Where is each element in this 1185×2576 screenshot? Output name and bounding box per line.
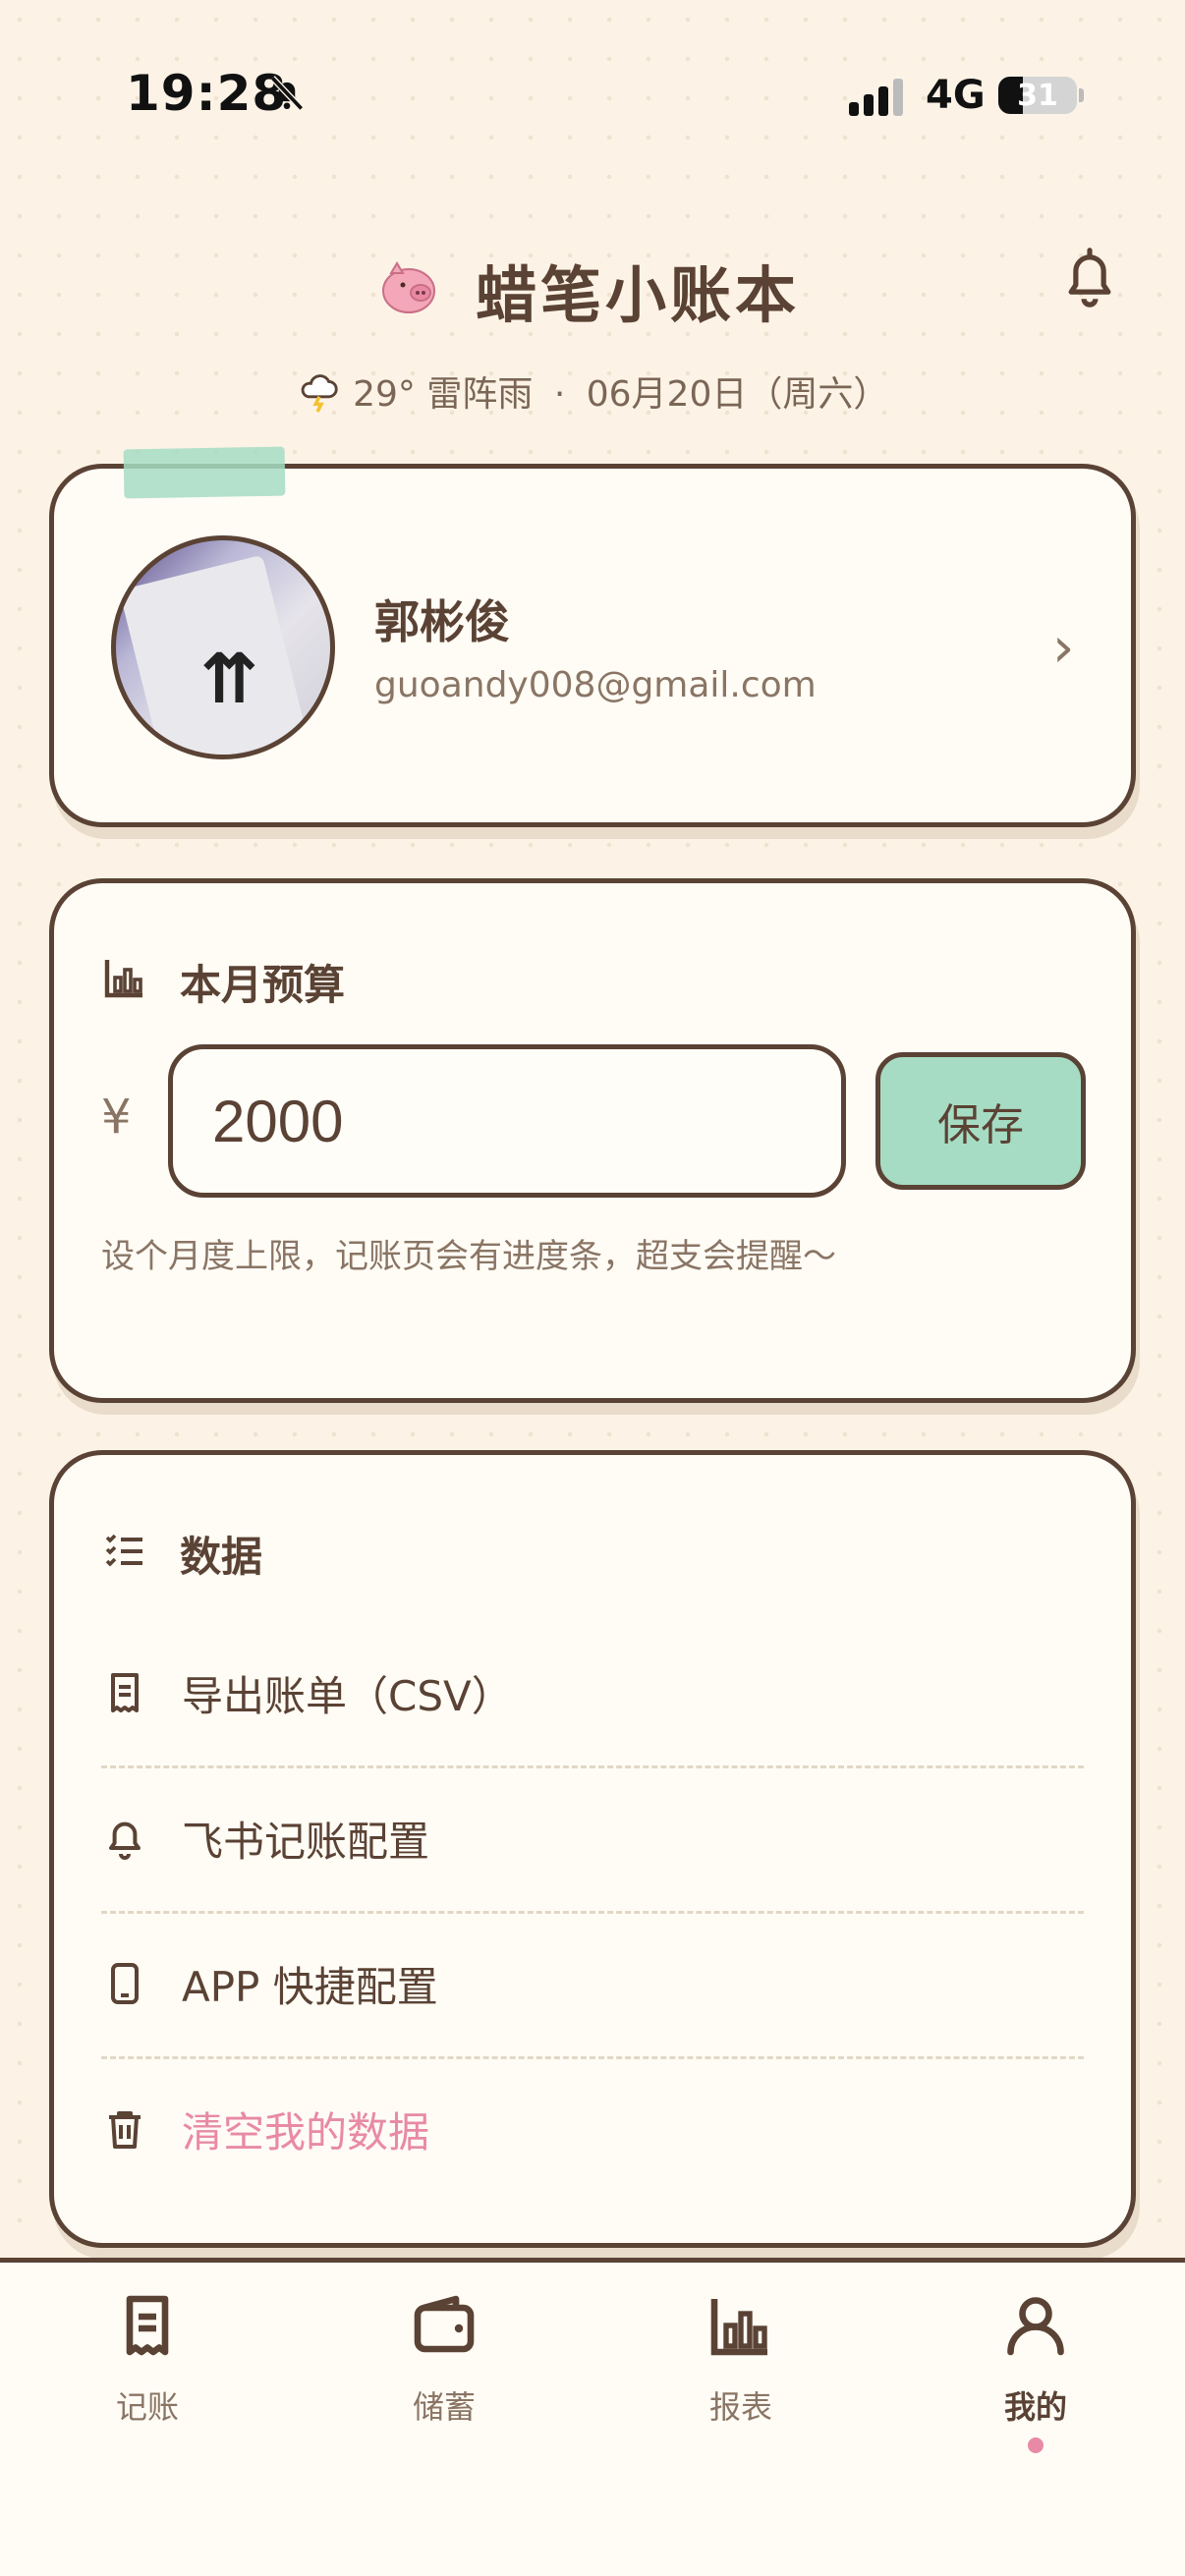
network-type: 4G (926, 73, 986, 118)
app-shortcut-item[interactable]: APP 快捷配置 (101, 1911, 1084, 2056)
phone-icon (111, 1963, 139, 2004)
battery-tip (1079, 88, 1084, 102)
bell-off-icon (269, 76, 305, 111)
save-button[interactable]: 保存 (875, 1052, 1086, 1190)
budget-hint: 设个月度上限，记账页会有进度条，超支会提醒～ (101, 1237, 836, 1276)
checklist-icon (105, 1534, 142, 1567)
tab-savings[interactable]: 储蓄 (326, 2290, 562, 2428)
budget-input[interactable] (168, 1044, 846, 1198)
status-time: 19:28 (126, 65, 288, 122)
avatar-logo-icon: ⇈ (200, 639, 258, 719)
data-section-title: 数据 (180, 1533, 263, 1581)
pig-logo-icon (382, 261, 435, 313)
washi-tape (123, 446, 286, 499)
signal-icon (849, 79, 903, 116)
tab-bookkeeping-label: 记账 (115, 2388, 179, 2426)
bar-chart-icon (710, 2299, 767, 2356)
export-csv-label: 导出账单（CSV） (182, 1671, 513, 1720)
notification-bell-icon[interactable] (1061, 246, 1118, 310)
tab-reports[interactable]: 报表 (623, 2290, 859, 2428)
weather-text: 雷阵雨 (426, 374, 534, 415)
weather-date-row: 29° 雷阵雨 · 06月20日（周六） (0, 365, 1185, 417)
bottom-tab-bar: 记账 储蓄 报表 我的 (0, 2258, 1185, 2576)
tab-savings-label: 储蓄 (412, 2388, 476, 2426)
feishu-config-item[interactable]: 飞书记账配置 (101, 1765, 1084, 1911)
user-icon (1007, 2297, 1064, 2356)
thunderstorm-icon (301, 374, 338, 413)
avatar[interactable]: ⇈ (111, 535, 335, 759)
tab-mine[interactable]: 我的 (918, 2290, 1154, 2428)
tab-mine-label: 我的 (1003, 2388, 1067, 2426)
receipt-icon (126, 2295, 169, 2356)
active-tab-indicator (1028, 2437, 1044, 2453)
receipt-icon (111, 1673, 139, 1712)
battery-level: 31 (1017, 79, 1058, 113)
feishu-config-label: 飞书记账配置 (182, 1817, 430, 1866)
data-card: 数据 导出账单（CSV） 飞书记账配置 APP 快捷配置 清空我的数据 (49, 1450, 1136, 2248)
user-name: 郭彬俊 (374, 595, 510, 648)
wallet-icon (414, 2295, 475, 2353)
currency-symbol: ¥ (101, 1090, 132, 1145)
budget-card: 本月预算 ¥ 保存 设个月度上限，记账页会有进度条，超支会提醒～ (49, 878, 1136, 1403)
user-email: guoandy008@gmail.com (374, 665, 817, 705)
date-text: 06月20日（周六） (586, 374, 889, 415)
separator-dot: · (553, 374, 566, 415)
bar-chart-icon (104, 960, 142, 998)
profile-card[interactable]: ⇈ 郭彬俊 guoandy008@gmail.com › (49, 464, 1136, 827)
app-shortcut-label: APP 快捷配置 (182, 1962, 438, 2011)
trash-icon (109, 2111, 141, 2149)
clear-data-label: 清空我的数据 (182, 2107, 430, 2156)
app-title: 蜡笔小账本 (476, 259, 801, 331)
temperature: 29° (353, 374, 416, 415)
bell-icon (109, 1821, 141, 1860)
battery-icon: 31 (998, 77, 1077, 114)
tab-reports-label: 报表 (708, 2388, 772, 2426)
chevron-right-icon[interactable]: › (1052, 616, 1074, 680)
budget-title: 本月预算 (180, 961, 346, 1009)
clear-data-item[interactable]: 清空我的数据 (101, 2056, 1084, 2202)
tab-bookkeeping[interactable]: 记账 (29, 2290, 265, 2428)
export-csv-item[interactable]: 导出账单（CSV） (101, 1620, 1084, 1765)
